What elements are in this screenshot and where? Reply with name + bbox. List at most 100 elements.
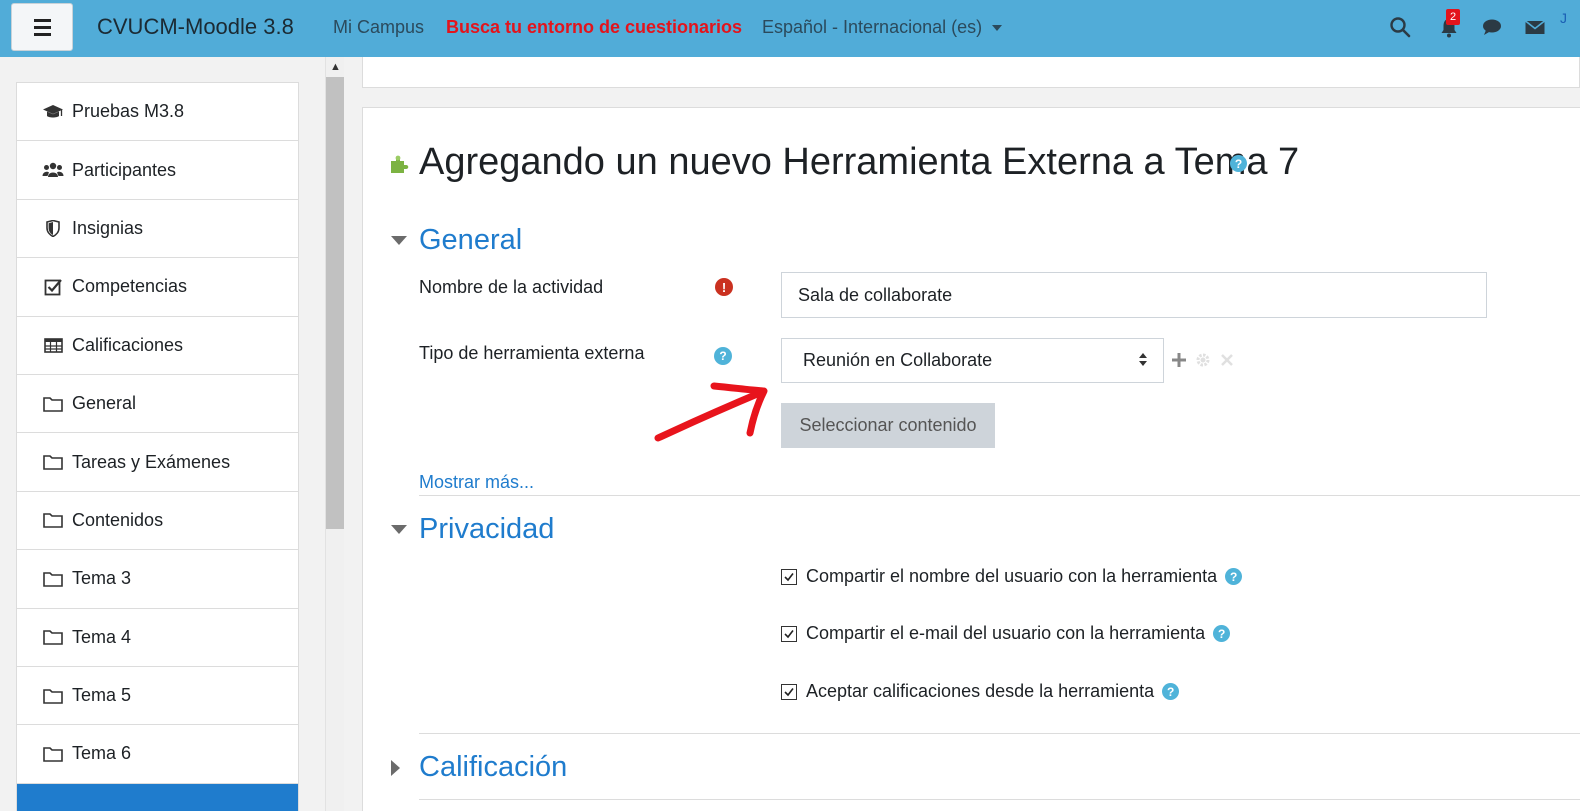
search-icon[interactable] [1387,14,1413,40]
graduation-cap-icon [42,102,64,122]
tool-actions [1171,352,1235,373]
notification-badge: 2 [1446,9,1460,25]
drawer-item-label: General [72,393,137,414]
site-brand[interactable]: CVUCM-Moodle 3.8 [97,14,294,40]
share-email-label: Compartir el e-mail del usuario con la h… [806,623,1206,643]
drawer-item-label: Competencias [72,276,188,297]
drawer-item-tema-3[interactable]: Tema 3 [17,550,298,609]
add-tool-icon[interactable] [1171,352,1187,373]
folder-icon [42,452,64,472]
drawer-item-label: Calificaciones [72,334,184,355]
language-label: Español - Internacional (es) [762,17,983,37]
drawer-item-label: Participantes [72,159,177,180]
help-icon[interactable]: ? [1230,155,1247,172]
drawer-item-tema-5[interactable]: Tema 5 [17,667,298,726]
help-icon[interactable]: ? [1213,625,1231,642]
folder-icon [42,686,64,706]
share-name-label: Compartir el nombre del usuario con la h… [806,566,1218,586]
check-square-icon [42,277,64,297]
activity-name-input[interactable] [781,272,1487,318]
main-card [362,107,1580,811]
share-email-option: Compartir el e-mail del usuario con la h… [781,623,1231,644]
user-menu[interactable]: J [1560,10,1567,26]
share-name-option: Compartir el nombre del usuario con la h… [781,566,1243,587]
drawer-item-tema-6[interactable]: Tema 6 [17,725,298,784]
share-email-checkbox[interactable] [781,625,797,642]
accept-grades-option: Aceptar calificaciones desde la herramie… [781,681,1180,702]
section-privacy-heading: Privacidad [419,513,555,545]
folder-icon [42,744,64,764]
accept-grades-label: Aceptar calificaciones desde la herramie… [806,681,1155,701]
annotation-arrow-icon [654,382,768,442]
caret-down-icon [992,25,1003,32]
shield-icon [42,218,64,238]
close-icon[interactable] [1219,352,1235,373]
folder-icon [42,569,64,589]
drawer-item-competencias[interactable]: Competencias [17,258,298,317]
help-icon[interactable]: ? [1162,683,1180,700]
drawer-scrollbar[interactable]: ▲ [325,57,344,811]
tool-type-label: Tipo de herramienta externa [419,343,645,363]
drawer-item-label: Tareas y Exámenes [72,451,231,472]
drawer-item-insignias[interactable]: Insignias [17,200,298,259]
nav-drawer: Pruebas M3.8 Participantes Insignias Com… [0,57,325,811]
drawer-item-tema-4[interactable]: Tema 4 [17,609,298,667]
section-general-heading: General [419,224,523,256]
mi-campus-link[interactable]: Mi Campus [333,17,424,38]
drawer-item-label: Tema 6 [72,743,132,764]
select-content-button[interactable]: Seleccionar contenido [781,403,995,448]
folder-icon [42,394,64,414]
menu-toggle-button[interactable] [11,3,73,51]
accept-grades-checkbox[interactable] [781,683,797,700]
envelope-icon[interactable] [1522,14,1548,40]
required-icon: ! [715,278,733,296]
drawer-item-general[interactable]: General [17,375,298,434]
activity-name-label: Nombre de la actividad [419,277,604,297]
drawer-item-participantes[interactable]: Participantes [17,141,298,200]
drawer-item-label: Tema 5 [72,685,132,706]
collapse-triangle-icon [391,236,407,245]
drawer-item-pruebas[interactable]: Pruebas M3.8 [17,83,298,142]
drawer-item-calificaciones[interactable]: Calificaciones [17,317,298,375]
chat-icon[interactable] [1479,14,1505,40]
drawer-item-active[interactable] [17,783,298,811]
help-icon[interactable]: ? [714,347,732,365]
scroll-thumb[interactable] [326,77,344,529]
help-icon[interactable]: ? [1225,568,1243,585]
top-card [362,57,1580,88]
hamburger-icon [33,17,51,38]
scroll-up-arrow-icon[interactable]: ▲ [326,57,345,77]
drawer-item-label: Tema 3 [72,568,132,589]
top-navbar: CVUCM-Moodle 3.8 Mi Campus Busca tu ento… [0,0,1580,57]
gear-icon[interactable] [1195,352,1211,373]
show-more-link[interactable]: Mostrar más... [419,472,534,493]
puzzle-piece-icon [388,153,410,180]
users-icon [42,160,64,180]
tool-type-select[interactable]: Reunión en Collaborate [781,338,1164,383]
drawer-item-label: Tema 4 [72,626,132,647]
divider [419,733,1580,734]
busca-entorno-link[interactable]: Busca tu entorno de cuestionarios [446,17,742,38]
section-general-toggle[interactable]: General [391,224,522,257]
table-icon [42,335,64,355]
section-grading-heading: Calificación [419,751,568,783]
page-title: Agregando un nuevo Herramienta Externa a… [419,141,1300,183]
collapse-triangle-icon [391,525,407,534]
drawer-item-label: Insignias [72,217,144,238]
folder-icon [42,510,64,530]
drawer-item-tareas[interactable]: Tareas y Exámenes [17,433,298,492]
divider [419,799,1580,800]
select-arrows-icon [1139,353,1147,366]
section-grading-toggle[interactable]: Calificación [391,751,567,784]
section-privacy-toggle[interactable]: Privacidad [391,513,554,546]
drawer-list: Pruebas M3.8 Participantes Insignias Com… [16,82,299,811]
folder-icon [42,627,64,647]
tool-type-selected: Reunión en Collaborate [803,350,993,370]
expand-triangle-icon [391,759,400,776]
drawer-item-label: Pruebas M3.8 [72,101,185,122]
drawer-item-label: Contenidos [72,509,164,530]
share-name-checkbox[interactable] [781,568,797,585]
divider [419,495,1580,496]
language-menu[interactable]: Español - Internacional (es) [762,17,1003,38]
drawer-item-contenidos[interactable]: Contenidos [17,492,298,551]
